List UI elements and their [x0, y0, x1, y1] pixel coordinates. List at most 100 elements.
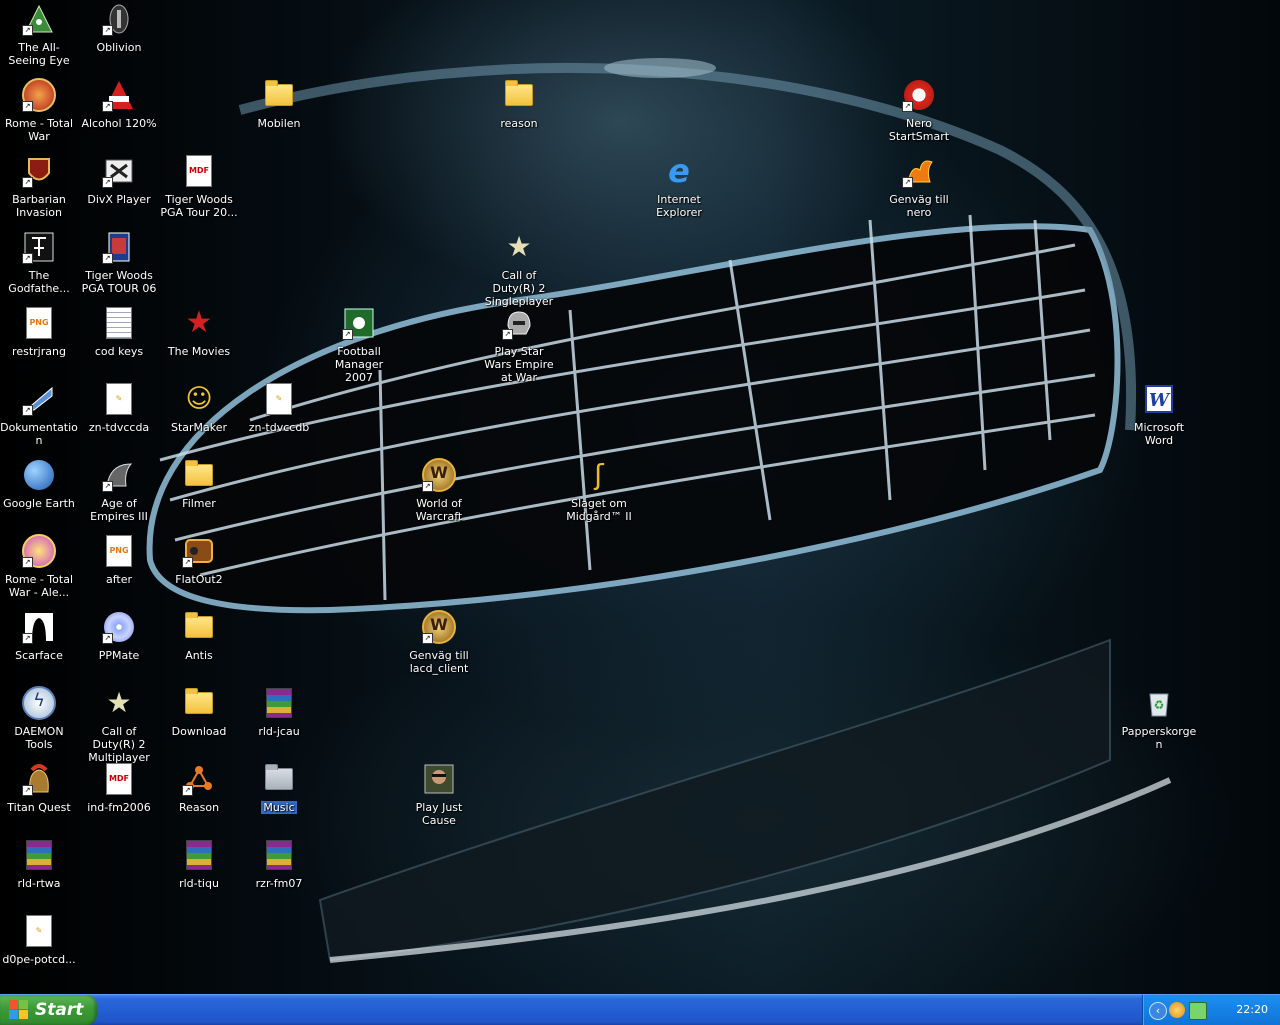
godfather-puppet-icon: ↗ [22, 230, 56, 264]
daemon-tools-shortcut[interactable]: ϟ DAEMON Tools [0, 686, 78, 751]
call-of-duty-2-mp-shortcut[interactable]: ★ Call of Duty(R) 2 Multiplayer [80, 686, 158, 764]
flatout2-shortcut[interactable]: ↗ FlatOut2 [160, 534, 238, 586]
rome-emblem-icon: ↗ [22, 78, 56, 112]
starmaker-shortcut[interactable]: ☺ StarMaker [160, 382, 238, 434]
rld-jcau-file[interactable]: rld-jcau [240, 686, 318, 738]
midgard-icon: ʃ [594, 458, 604, 491]
nero-startsmart-shortcut[interactable]: ↗ Nero StartSmart [880, 78, 958, 143]
alcohol-120-shortcut[interactable]: ↗ Alcohol 120% [80, 78, 158, 130]
theatre-masks-icon: ☺ [185, 384, 213, 414]
clock[interactable]: 22:20 [1236, 1003, 1268, 1016]
download-folder[interactable]: Download [160, 686, 238, 738]
word-icon: W [1142, 382, 1176, 416]
slaget-om-midgard-shortcut[interactable]: ʃ Slaget om Midgård™ II [560, 458, 638, 523]
start-label: Start [35, 1000, 84, 1020]
mdf-file-icon: MDF [182, 154, 216, 188]
world-of-warcraft-shortcut[interactable]: W ↗ World of Warcraft [400, 458, 478, 523]
nero-flame-icon: ↗ [902, 154, 936, 188]
barbarian-invasion-shortcut[interactable]: ↗ Barbarian Invasion [0, 154, 78, 219]
folder-icon [262, 78, 296, 112]
recycle-bin[interactable]: ♻ Papperskorgen [1120, 686, 1198, 751]
flatout-icon: ↗ [182, 534, 216, 568]
rld-rtwa-file[interactable]: rld-rtwa [0, 838, 78, 890]
folder-icon [502, 78, 536, 112]
start-button[interactable]: Start [0, 995, 97, 1025]
age-of-empires-icon: ↗ [102, 458, 136, 492]
svg-text:♻: ♻ [1154, 698, 1165, 712]
messenger-icon[interactable] [1169, 1002, 1185, 1018]
zn-tdvccda-file[interactable]: ✎ zn-tdvccda [80, 382, 158, 434]
oblivion-shortcut[interactable]: ↗ Oblivion [80, 2, 158, 54]
cod-keys-file[interactable]: cod keys [80, 306, 158, 358]
tiger-woods-2007-file[interactable]: MDF Tiger Woods PGA Tour 20... [160, 154, 238, 219]
divx-icon: ↗ [102, 154, 136, 188]
ind-fm2006-file[interactable]: MDF ind-fm2006 [80, 762, 158, 814]
desktop[interactable]: ↗ The All-Seeing Eye ↗ Oblivion ↗ Rome -… [0, 0, 1280, 994]
nero-icon: ↗ [902, 78, 936, 112]
genvag-till-nero-shortcut[interactable]: ↗ Genväg till nero [880, 154, 958, 219]
patch-file-icon: ✎ [22, 914, 56, 948]
all-seeing-eye-shortcut[interactable]: ↗ The All-Seeing Eye [0, 2, 78, 67]
microsoft-word-shortcut[interactable]: W Microsoft Word [1120, 382, 1198, 447]
mobilen-folder[interactable]: Mobilen [240, 78, 318, 130]
rld-tiqu-file[interactable]: rld-tiqu [160, 838, 238, 890]
folder-icon [182, 686, 216, 720]
rar-archive-icon [22, 838, 56, 872]
windows-logo-icon [9, 1000, 29, 1020]
scarface-icon: ↗ [22, 610, 56, 644]
dokumentation-shortcut[interactable]: ↗ Dokumentation [0, 382, 78, 447]
rar-archive-icon [262, 686, 296, 720]
folder-icon [262, 762, 296, 796]
oblivion-icon: ↗ [102, 2, 136, 36]
after-file[interactable]: PNG after [80, 534, 158, 586]
disc-icon: ↗ [102, 610, 136, 644]
barbarian-shield-icon: ↗ [22, 154, 56, 188]
network-icon[interactable] [1189, 1002, 1207, 1020]
patch-file-icon: ✎ [262, 382, 296, 416]
age-of-empires-iii-shortcut[interactable]: ↗ Age of Empires III [80, 458, 158, 523]
restrjrang-file[interactable]: PNG restrjrang [0, 306, 78, 358]
eye-pyramid-icon: ↗ [22, 2, 56, 36]
documentation-icon: ↗ [22, 382, 56, 416]
star-wars-helmet-icon: ↗ [502, 306, 536, 340]
football-manager-2007-shortcut[interactable]: ↗ Football Manager 2007 [320, 306, 398, 384]
zn-tdvccdb-file[interactable]: ✎ zn-tdvccdb [240, 382, 318, 434]
taskbar: Start SV ‹ 22:20 [0, 994, 1280, 1025]
filmer-folder[interactable]: Filmer [160, 458, 238, 510]
reason-shortcut[interactable]: ↗ Reason [160, 762, 238, 814]
music-folder[interactable]: Music [240, 762, 318, 815]
internet-explorer-shortcut[interactable]: e Internet Explorer [640, 154, 718, 219]
play-just-cause-shortcut[interactable]: Play Just Cause [400, 762, 478, 827]
reason-folder[interactable]: reason [480, 78, 558, 130]
recycle-bin-icon: ♻ [1142, 686, 1176, 720]
ppmate-shortcut[interactable]: ↗ PPMate [80, 610, 158, 662]
call-of-duty-2-sp-shortcut[interactable]: ★ Call of Duty(R) 2 Singleplayer [480, 230, 558, 308]
internet-explorer-icon: e [668, 152, 690, 190]
rar-archive-icon [182, 838, 216, 872]
text-file-icon [102, 306, 136, 340]
scarface-shortcut[interactable]: ↗ Scarface [0, 610, 78, 662]
folder-icon [182, 610, 216, 644]
divx-player-shortcut[interactable]: ↗ DivX Player [80, 154, 158, 206]
pga-tour-icon: ↗ [102, 230, 136, 264]
tiger-woods-06-shortcut[interactable]: ↗ Tiger Woods PGA TOUR 06 [80, 230, 158, 295]
mdf-file-icon: MDF [102, 762, 136, 796]
rzr-fm07-file[interactable]: rzr-fm07 [240, 838, 318, 890]
png-file-icon: PNG [102, 534, 136, 568]
star-wars-empire-at-war-shortcut[interactable]: ↗ Play Star Wars Empire at War [480, 306, 558, 384]
godfather-shortcut[interactable]: ↗ The Godfathe... [0, 230, 78, 295]
the-movies-shortcut[interactable]: ★ The Movies [160, 306, 238, 359]
wow-icon: W ↗ [422, 458, 456, 492]
tray-expand-icon[interactable]: ‹ [1149, 1002, 1167, 1020]
svg-text:W: W [1149, 390, 1171, 411]
rome-total-war-alexander-shortcut[interactable]: ↗ Rome - Total War - Ale... [0, 534, 78, 599]
antis-folder[interactable]: Antis [160, 610, 238, 662]
rome-total-war-shortcut[interactable]: ↗ Rome - Total War [0, 78, 78, 143]
spartan-helmet-icon: ↗ [22, 762, 56, 796]
titan-quest-shortcut[interactable]: ↗ Titan Quest [0, 762, 78, 814]
folder-icon [182, 458, 216, 492]
genvag-till-lacd-client-shortcut[interactable]: W ↗ Genväg till lacd_client [400, 610, 478, 675]
rome-sun-emblem-icon: ↗ [22, 534, 56, 568]
d0pe-potcd-file[interactable]: ✎ d0pe-potcd... [0, 914, 78, 966]
google-earth-shortcut[interactable]: Google Earth [0, 458, 78, 510]
